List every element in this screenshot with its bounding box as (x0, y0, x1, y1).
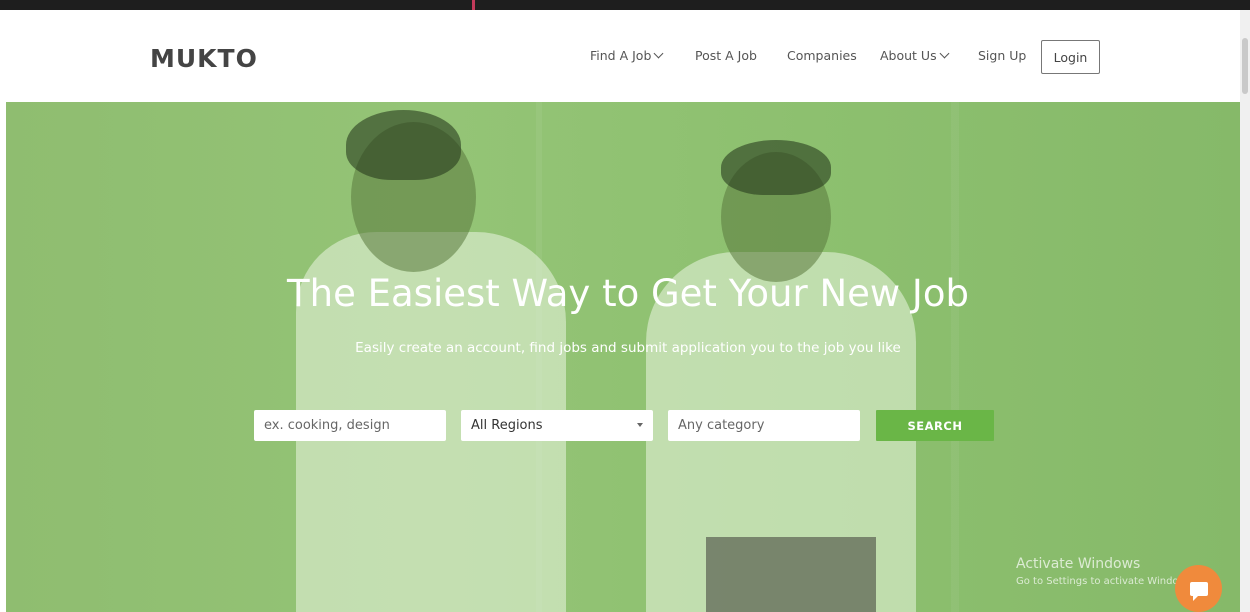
nav-post-job-label: Post A Job (695, 48, 757, 63)
nav-find-job[interactable]: Find A Job (590, 48, 664, 63)
chevron-down-icon (939, 48, 950, 59)
region-select-value: All Regions (471, 418, 543, 433)
watermark-line-1: Activate Windows (1016, 556, 1141, 572)
nav-about-us[interactable]: About Us (880, 48, 950, 63)
browser-top-strip (0, 0, 1250, 10)
hero-section: The Easiest Way to Get Your New Job Easi… (6, 102, 1240, 612)
region-select[interactable]: All Regions (461, 410, 653, 441)
tab-indicator (472, 0, 475, 10)
watermark-line-2: Go to Settings to activate Windows. (1016, 576, 1196, 587)
nav-find-job-label: Find A Job (590, 48, 652, 63)
background-glass-edge (951, 102, 959, 612)
category-input[interactable]: Any category (668, 410, 860, 441)
login-button[interactable]: Login (1041, 40, 1100, 74)
nav-about-us-label: About Us (880, 48, 937, 63)
hero-person-left-hair (346, 110, 461, 180)
hero-subtitle: Easily create an account, find jobs and … (355, 340, 901, 356)
chat-button[interactable] (1175, 565, 1222, 612)
hero-person-right-hair (721, 140, 831, 195)
nav-sign-up-label: Sign Up (978, 48, 1027, 63)
scrollbar-thumb[interactable] (1242, 38, 1248, 94)
hero-title: The Easiest Way to Get Your New Job (287, 272, 969, 315)
windows-activation-watermark: Activate Windows Go to Settings to activ… (1016, 556, 1195, 587)
chat-icon (1189, 581, 1208, 601)
nav-post-job[interactable]: Post A Job (695, 48, 757, 63)
chevron-down-icon (637, 423, 643, 427)
hero-person-right-trousers (706, 537, 876, 612)
keyword-search-input[interactable]: ex. cooking, design (254, 410, 446, 441)
chevron-down-icon (653, 48, 664, 59)
page-scrollbar[interactable] (1240, 10, 1250, 612)
nav-companies-label: Companies (787, 48, 857, 63)
nav-companies[interactable]: Companies (787, 48, 857, 63)
nav-sign-up[interactable]: Sign Up (978, 48, 1026, 63)
site-logo[interactable]: MUKTO (150, 44, 258, 73)
search-button[interactable]: SEARCH (876, 410, 994, 441)
site-header: MUKTO Find A Job Post A Job Companies Ab… (0, 10, 1240, 102)
